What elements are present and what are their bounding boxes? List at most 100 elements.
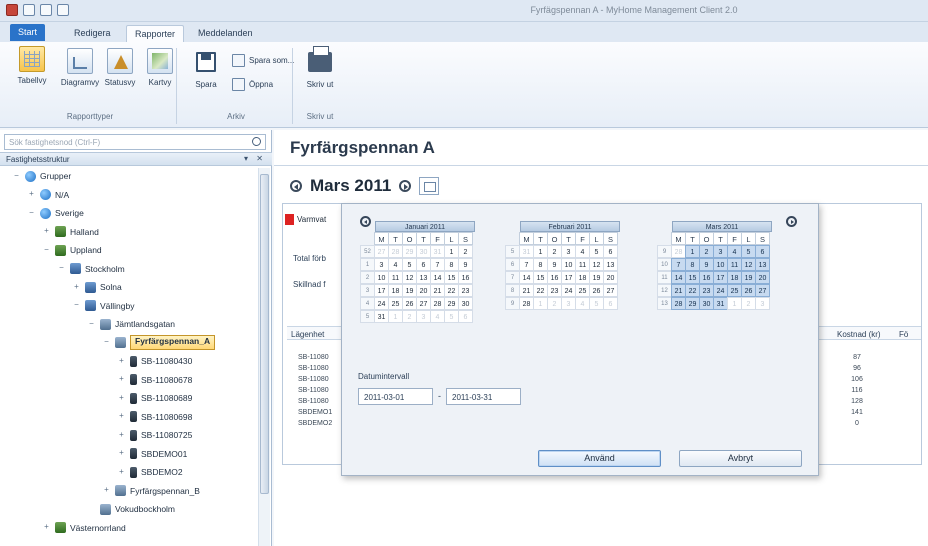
day-cell[interactable]: 24	[374, 297, 389, 310]
day-cell[interactable]: 25	[727, 284, 742, 297]
day-cell[interactable]: 16	[547, 271, 562, 284]
expand-icon[interactable]: +	[117, 356, 126, 366]
week-number[interactable]: 3	[360, 284, 375, 297]
week-number[interactable]: 9	[657, 245, 672, 258]
to-date-input[interactable]: 2011-03-31	[446, 388, 521, 405]
diagramvy-button[interactable]: Diagramvy	[60, 48, 100, 87]
day-cell[interactable]: 4	[575, 297, 590, 310]
day-cell[interactable]: 11	[388, 271, 403, 284]
day-cell[interactable]: 3	[561, 297, 576, 310]
day-cell[interactable]: 3	[755, 297, 770, 310]
day-cell[interactable]: 20	[416, 284, 431, 297]
oppna-button[interactable]: Öppna	[232, 78, 273, 91]
next-months-icon[interactable]	[786, 216, 797, 227]
day-cell[interactable]: 27	[374, 245, 389, 258]
day-cell[interactable]: 22	[533, 284, 548, 297]
day-cell[interactable]: 3	[561, 245, 576, 258]
day-cell[interactable]: 12	[741, 258, 756, 271]
day-cell[interactable]: 29	[444, 297, 459, 310]
day-cell[interactable]: 20	[755, 271, 770, 284]
day-cell[interactable]: 23	[547, 284, 562, 297]
day-cell[interactable]: 13	[416, 271, 431, 284]
day-cell[interactable]: 9	[458, 258, 473, 271]
cancel-button[interactable]: Avbryt	[679, 450, 802, 467]
day-cell[interactable]: 2	[699, 245, 714, 258]
tree-node[interactable]: − Stockholm	[57, 261, 125, 277]
expand-icon[interactable]: +	[117, 393, 126, 403]
spara-button[interactable]: Spara	[186, 52, 226, 89]
day-cell[interactable]: 4	[575, 245, 590, 258]
day-cell[interactable]: 28	[388, 245, 403, 258]
day-cell[interactable]: 6	[603, 297, 618, 310]
day-cell[interactable]: 23	[699, 284, 714, 297]
day-cell[interactable]: 29	[402, 245, 417, 258]
day-cell[interactable]: 17	[713, 271, 728, 284]
expand-icon[interactable]: +	[117, 430, 126, 440]
expand-icon[interactable]: +	[117, 449, 126, 458]
day-cell[interactable]: 8	[533, 258, 548, 271]
expand-icon[interactable]: +	[117, 467, 126, 477]
day-cell[interactable]: 2	[458, 245, 473, 258]
day-cell[interactable]: 16	[458, 271, 473, 284]
day-cell[interactable]: 14	[671, 271, 686, 284]
day-cell[interactable]: 18	[727, 271, 742, 284]
expand-icon[interactable]	[87, 505, 96, 514]
spara-som-button[interactable]: Spara som...	[232, 54, 294, 67]
day-cell[interactable]: 1	[533, 297, 548, 310]
day-cell[interactable]: 7	[430, 258, 445, 271]
day-cell[interactable]: 31	[713, 297, 728, 310]
week-number[interactable]: 6	[505, 258, 520, 271]
day-cell[interactable]: 2	[547, 297, 562, 310]
tree-node[interactable]: − Fyrfärgspennan_A	[102, 335, 216, 351]
day-cell[interactable]: 5	[589, 245, 604, 258]
week-number[interactable]: 1	[360, 258, 375, 271]
day-cell[interactable]: 31	[519, 245, 534, 258]
day-cell[interactable]: 7	[671, 258, 686, 271]
day-cell[interactable]: 3	[416, 310, 431, 323]
tab-meddelanden[interactable]: Meddelanden	[190, 25, 261, 42]
day-cell[interactable]: 1	[533, 245, 548, 258]
tabellvy-button[interactable]: Tabellvy	[8, 44, 52, 106]
tree-node[interactable]: + Halland	[42, 224, 99, 240]
day-cell[interactable]: 4	[727, 245, 742, 258]
day-cell[interactable]: 11	[575, 258, 590, 271]
tree-node[interactable]: + Solna	[72, 279, 122, 295]
expand-icon[interactable]: +	[27, 190, 36, 199]
tree-node[interactable]: − Grupper	[12, 168, 71, 184]
day-cell[interactable]: 14	[430, 271, 445, 284]
day-cell[interactable]: 21	[671, 284, 686, 297]
tree-node[interactable]: + SBDEMO01	[117, 446, 187, 462]
day-cell[interactable]: 18	[575, 271, 590, 284]
week-number[interactable]: 5	[360, 310, 375, 323]
day-cell[interactable]: 3	[713, 245, 728, 258]
day-cell[interactable]: 23	[458, 284, 473, 297]
col-fo[interactable]: Fö	[899, 330, 908, 339]
day-cell[interactable]: 9	[699, 258, 714, 271]
day-cell[interactable]: 17	[561, 271, 576, 284]
day-cell[interactable]: 15	[444, 271, 459, 284]
day-cell[interactable]: 28	[430, 297, 445, 310]
expand-icon[interactable]: +	[102, 486, 111, 495]
day-cell[interactable]: 14	[519, 271, 534, 284]
day-cell[interactable]: 22	[444, 284, 459, 297]
day-cell[interactable]: 30	[458, 297, 473, 310]
pane-controls[interactable]: ▾ ✕	[244, 154, 266, 163]
calendar-icon[interactable]	[419, 177, 440, 195]
day-cell[interactable]: 20	[603, 271, 618, 284]
expand-icon[interactable]: +	[42, 523, 51, 532]
day-cell[interactable]: 6	[416, 258, 431, 271]
day-cell[interactable]: 25	[575, 284, 590, 297]
week-number[interactable]: 52	[360, 245, 375, 258]
day-cell[interactable]: 5	[741, 245, 756, 258]
day-cell[interactable]: 4	[388, 258, 403, 271]
day-cell[interactable]: 15	[533, 271, 548, 284]
day-cell[interactable]: 17	[374, 284, 389, 297]
tree-node[interactable]: − Jämtlandsgatan	[87, 316, 175, 332]
statusvy-button[interactable]: Statusvy	[100, 48, 140, 87]
varmvatten-tab[interactable]: Varmvat	[285, 214, 326, 225]
day-cell[interactable]: 2	[547, 245, 562, 258]
col-lagenhet[interactable]: Lägenhet	[291, 330, 324, 339]
day-cell[interactable]: 29	[685, 297, 700, 310]
kartvy-button[interactable]: Kartvy	[140, 48, 180, 87]
tree-node[interactable]: + Västernorrland	[42, 520, 126, 536]
